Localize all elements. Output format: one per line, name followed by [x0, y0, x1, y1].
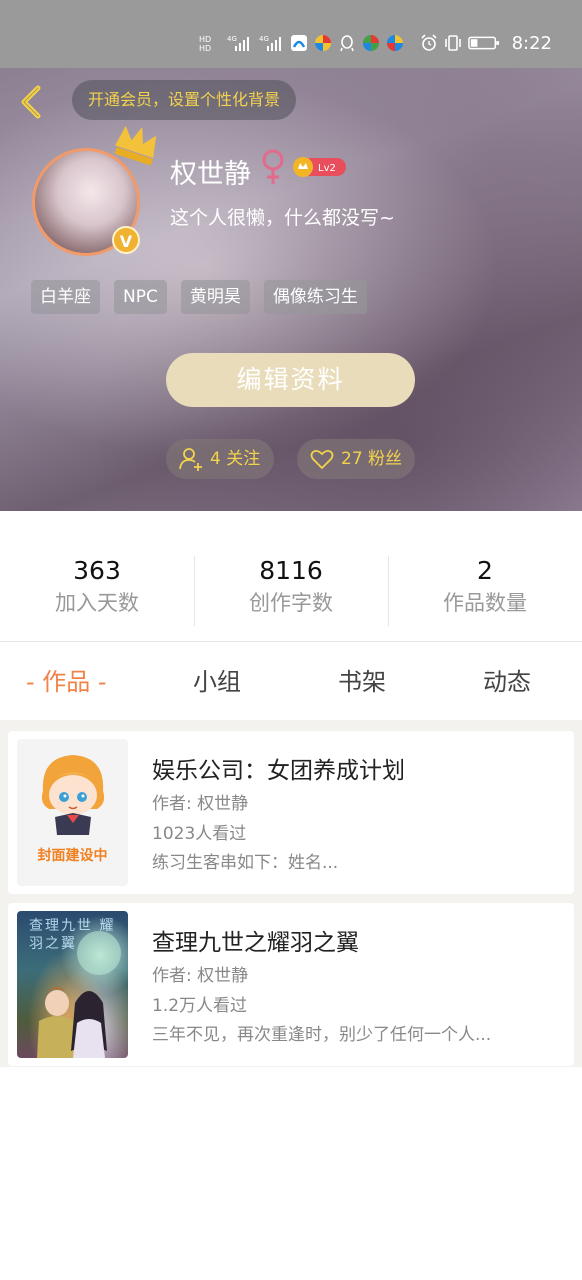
stat-value: 2	[477, 556, 493, 585]
vip-background-banner[interactable]: 开通会员，设置个性化背景	[72, 80, 297, 120]
add-user-icon	[179, 448, 202, 471]
tag-list: 白羊座 NPC 黄明昊 偶像练习生	[31, 280, 367, 314]
fans-count: 27 粉丝	[341, 449, 403, 469]
work-author: 作者: 权世静	[152, 794, 249, 814]
stat-label: 作品数量	[443, 591, 527, 615]
book-cover: 查理九世 耀羽之翼	[17, 911, 128, 1058]
female-gender-icon	[262, 149, 284, 184]
tab-activity[interactable]: 动态	[483, 660, 531, 704]
stat-label: 加入天数	[55, 591, 139, 615]
avatar-container[interactable]: V	[32, 125, 157, 256]
alarm-icon	[421, 34, 437, 51]
vibrate-icon	[444, 35, 461, 51]
work-views: 1.2万人看过	[152, 996, 248, 1016]
tab-groups[interactable]: 小组	[193, 660, 241, 704]
work-card[interactable]: 查理九世 耀羽之翼 查理九世之耀羽之翼 作者: 权世静 1.2万人看过 三年不见…	[8, 903, 574, 1066]
svg-text:4G: 4G	[227, 35, 237, 43]
app-color-icon	[314, 35, 331, 51]
heart-icon	[310, 449, 334, 470]
username: 权世静	[170, 159, 251, 190]
qq-icon	[339, 35, 354, 52]
svg-text:4G: 4G	[259, 35, 269, 43]
stat-label: 创作字数	[249, 591, 333, 615]
work-title: 娱乐公司：女团养成计划	[152, 758, 405, 784]
stat-value: 8116	[259, 556, 323, 585]
app-color-icon-3	[386, 35, 403, 51]
verified-badge-icon: V	[112, 226, 140, 254]
work-author: 作者: 权世静	[152, 966, 249, 986]
work-card[interactable]: 封面建设中 娱乐公司：女团养成计划 作者: 权世静 1023人看过 练习生客串如…	[8, 731, 574, 894]
cover-placeholder-text: 封面建设中	[37, 848, 108, 864]
tag-item[interactable]: 白羊座	[31, 280, 100, 314]
crown-icon	[114, 125, 157, 166]
edit-profile-button[interactable]: 编辑资料	[166, 353, 415, 407]
stat-works: 2 作品数量	[388, 556, 582, 628]
status-icons: HD HD 4G 4G 8:22	[196, 26, 552, 60]
fans-button[interactable]: 27 粉丝	[297, 439, 415, 479]
stats-row: 363 加入天数 8116 创作字数 2 作品数量	[0, 556, 582, 628]
stat-value: 363	[73, 556, 121, 585]
tag-item[interactable]: NPC	[114, 280, 167, 314]
svg-text:Lv2: Lv2	[318, 163, 336, 174]
stat-words: 8116 创作字数	[194, 556, 388, 628]
book-cover: 封面建设中	[17, 739, 128, 886]
stat-days: 363 加入天数	[0, 556, 194, 628]
work-title: 查理九世之耀羽之翼	[152, 930, 359, 956]
hd-signal-icon: HDHD	[199, 35, 211, 52]
work-description: 练习生客串如下：姓名...	[152, 853, 339, 873]
status-bar: HD HD 4G 4G 8:22	[0, 0, 582, 68]
work-views: 1023人看过	[152, 824, 247, 844]
svg-text:HD: HD	[199, 35, 211, 44]
cell-signal-icon-2: 4G	[259, 35, 281, 51]
divider	[0, 641, 582, 642]
back-icon[interactable]	[14, 82, 48, 122]
status-time: 8:22	[511, 32, 552, 54]
battery-icon	[467, 36, 499, 50]
tab-bookshelf[interactable]: 书架	[338, 660, 386, 704]
work-description: 三年不见，再次重逢时，别少了任何一个人...	[152, 1025, 492, 1045]
tag-item[interactable]: 黄明昊	[180, 280, 250, 314]
app-color-icon-2	[362, 35, 379, 51]
tag-item[interactable]: 偶像练习生	[263, 280, 367, 314]
level-badge: Lv2	[293, 157, 346, 177]
cell-signal-icon: 4G	[227, 35, 249, 51]
content-tabs: - 作品 - 小组 书架 动态	[0, 660, 582, 704]
tab-works[interactable]: - 作品 -	[26, 660, 107, 704]
app-notification-icon	[290, 35, 307, 51]
follows-button[interactable]: 4 关注	[166, 439, 274, 479]
svg-text:HD: HD	[199, 44, 211, 52]
mascot-icon	[41, 755, 105, 835]
cover-art-figures	[37, 931, 121, 1058]
profile-header: 开通会员，设置个性化背景 V 权世静 Lv2 这个人很懒，什么都没写~ 白羊座 …	[0, 68, 582, 511]
bio: 这个人很懒，什么都没写~	[170, 207, 395, 229]
follows-count: 4 关注	[210, 449, 261, 469]
